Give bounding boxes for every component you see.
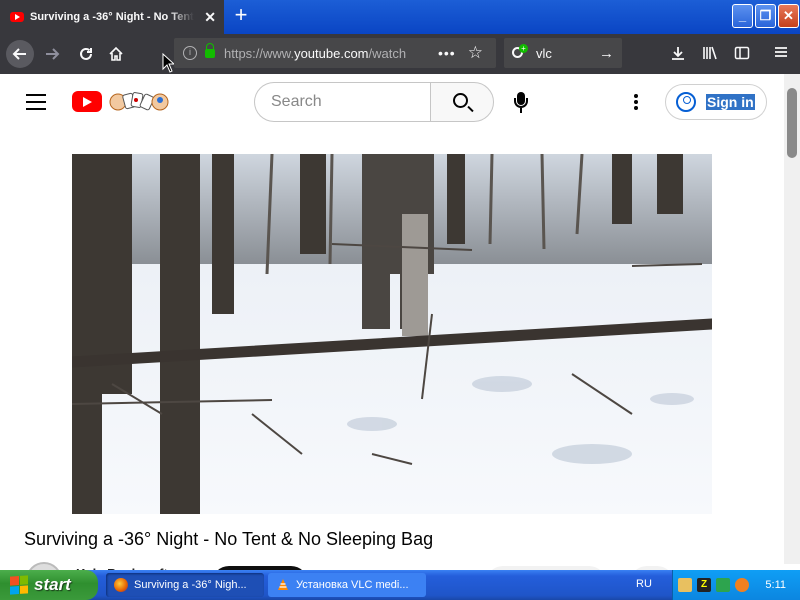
- sidebar-icon[interactable]: [734, 45, 750, 65]
- browser-navigation-bar: i https://www.youtube.com/watch ••• ☆ + …: [0, 34, 800, 74]
- page-scrollbar[interactable]: [784, 74, 800, 564]
- tray-network-icon[interactable]: [678, 578, 692, 592]
- reload-button[interactable]: [72, 40, 100, 68]
- youtube-favicon-icon: [10, 12, 24, 22]
- arrow-left-icon: [12, 48, 26, 60]
- search-query-text[interactable]: vlc: [536, 46, 552, 61]
- sign-in-label: Sign in: [706, 94, 755, 110]
- home-button[interactable]: [102, 40, 130, 68]
- video-player[interactable]: [72, 154, 712, 514]
- taskbar-item-label: Surviving a -36° Nigh...: [134, 579, 247, 591]
- search-engine-icon[interactable]: +: [512, 44, 530, 62]
- windows-logo-icon: [10, 575, 28, 595]
- back-button[interactable]: [6, 40, 34, 68]
- youtube-doodle-icon[interactable]: [108, 88, 170, 114]
- search-button[interactable]: [430, 82, 494, 122]
- tray-shield-icon[interactable]: [716, 578, 730, 592]
- secure-lock-icon[interactable]: [205, 42, 215, 58]
- youtube-masthead: Search Sign in: [0, 74, 800, 130]
- hamburger-menu-icon[interactable]: [774, 45, 788, 63]
- browser-tab-strip: Surviving a -36° Night - No Tent & No Sl…: [0, 0, 800, 34]
- arrow-right-icon: [46, 48, 60, 60]
- library-icon[interactable]: [702, 45, 718, 65]
- system-tray: Z 5:11: [672, 570, 800, 600]
- page-actions-icon[interactable]: •••: [438, 45, 456, 61]
- tab-title: Surviving a -36° Night - No Tent & No Sl…: [30, 11, 194, 23]
- settings-more-icon[interactable]: [634, 94, 638, 110]
- forward-button[interactable]: [38, 40, 66, 68]
- start-label: start: [34, 575, 71, 594]
- tray-search-icon[interactable]: [735, 578, 749, 592]
- url-text[interactable]: https://www.youtube.com/watch: [224, 46, 430, 61]
- browser-tab-active[interactable]: Surviving a -36° Night - No Tent & No Sl…: [0, 0, 224, 34]
- search-input[interactable]: Search: [254, 82, 432, 122]
- search-go-icon[interactable]: →: [599, 45, 614, 62]
- video-frame-snowy-forest: [72, 154, 712, 514]
- vlc-cone-icon: [278, 579, 288, 590]
- start-button[interactable]: start: [0, 570, 98, 600]
- url-bar[interactable]: i https://www.youtube.com/watch ••• ☆: [174, 38, 496, 68]
- url-prefix: https://www.: [224, 45, 295, 61]
- mouse-cursor-icon: [162, 53, 174, 73]
- clock: 5:11: [765, 579, 786, 591]
- youtube-logo[interactable]: [72, 91, 102, 112]
- guide-menu-icon[interactable]: [26, 94, 46, 110]
- window-maximize-button[interactable]: ❐: [755, 4, 776, 28]
- home-icon: [109, 46, 123, 61]
- account-icon: [676, 92, 696, 112]
- window-close-button[interactable]: ✕: [778, 4, 799, 28]
- taskbar-item-label: Установка VLC medi...: [296, 579, 409, 591]
- site-info-icon[interactable]: i: [183, 46, 197, 60]
- window-minimize-button[interactable]: _: [732, 4, 753, 28]
- taskbar-item-firefox[interactable]: Surviving a -36° Nigh...: [106, 573, 264, 597]
- taskbar-item-vlc-installer[interactable]: Установка VLC medi...: [268, 573, 426, 597]
- bookmark-star-icon[interactable]: ☆: [468, 43, 483, 63]
- scrollbar-thumb[interactable]: [787, 88, 797, 158]
- windows-taskbar: start Surviving a -36° Nigh... Установка…: [0, 570, 800, 600]
- new-tab-button[interactable]: +: [230, 4, 252, 28]
- browser-search-bar[interactable]: + vlc →: [504, 38, 622, 68]
- voice-search-icon[interactable]: [512, 92, 530, 114]
- downloads-icon[interactable]: [670, 45, 686, 65]
- tray-z-icon[interactable]: Z: [697, 578, 711, 592]
- sign-in-button[interactable]: Sign in: [665, 84, 767, 120]
- tab-close-icon[interactable]: ✕: [204, 9, 216, 26]
- video-title: Surviving a -36° Night - No Tent & No Sl…: [24, 529, 434, 549]
- search-icon: [453, 93, 468, 108]
- firefox-icon: [114, 578, 128, 592]
- url-path: /watch: [368, 45, 407, 61]
- language-indicator[interactable]: RU: [636, 578, 652, 590]
- reload-icon: [80, 47, 92, 60]
- url-domain: youtube.com: [294, 45, 369, 61]
